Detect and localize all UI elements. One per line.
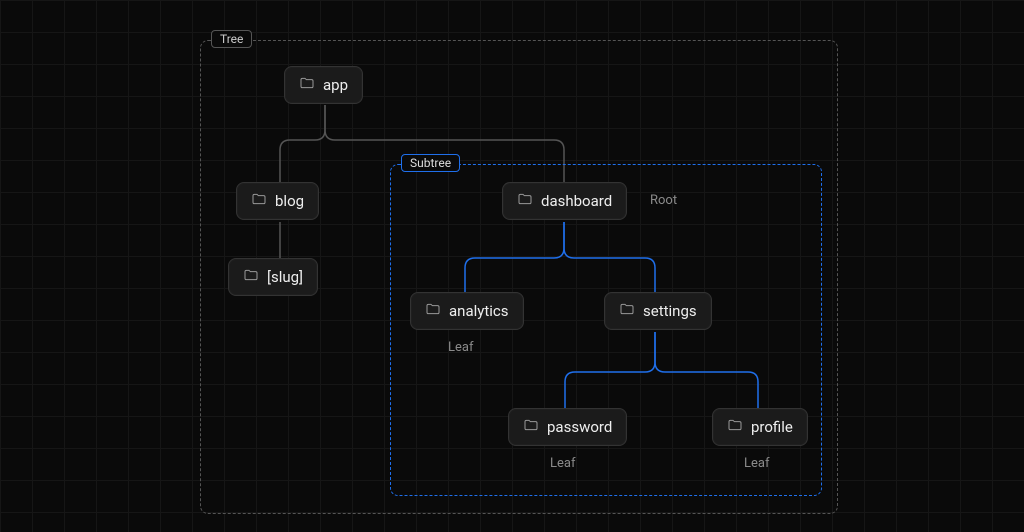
folder-icon <box>619 301 635 321</box>
folder-icon <box>251 191 267 211</box>
subtree-label: Subtree <box>401 154 460 172</box>
annotation-root: Root <box>650 193 677 208</box>
node-label: analytics <box>449 302 509 320</box>
node-settings[interactable]: settings <box>604 292 712 330</box>
diagram-canvas: Tree Subtree app blog [slug] dashboard R… <box>0 0 1024 532</box>
node-analytics[interactable]: analytics <box>410 292 524 330</box>
node-label: app <box>323 76 348 94</box>
node-label: password <box>547 418 612 436</box>
folder-icon <box>425 301 441 321</box>
tree-label: Tree <box>211 30 252 48</box>
node-blog[interactable]: blog <box>236 182 319 220</box>
node-label: blog <box>275 192 304 210</box>
node-app[interactable]: app <box>284 66 363 104</box>
node-slug[interactable]: [slug] <box>228 258 318 296</box>
folder-icon <box>727 417 743 437</box>
node-label: settings <box>643 302 697 320</box>
folder-icon <box>299 75 315 95</box>
node-dashboard[interactable]: dashboard <box>502 182 627 220</box>
annotation-leaf-analytics: Leaf <box>448 340 474 355</box>
node-label: profile <box>751 418 793 436</box>
annotation-leaf-password: Leaf <box>550 456 576 471</box>
node-password[interactable]: password <box>508 408 627 446</box>
folder-icon <box>523 417 539 437</box>
node-label: [slug] <box>267 268 303 286</box>
folder-icon <box>517 191 533 211</box>
node-label: dashboard <box>541 192 612 210</box>
folder-icon <box>243 267 259 287</box>
node-profile[interactable]: profile <box>712 408 808 446</box>
annotation-leaf-profile: Leaf <box>744 456 770 471</box>
